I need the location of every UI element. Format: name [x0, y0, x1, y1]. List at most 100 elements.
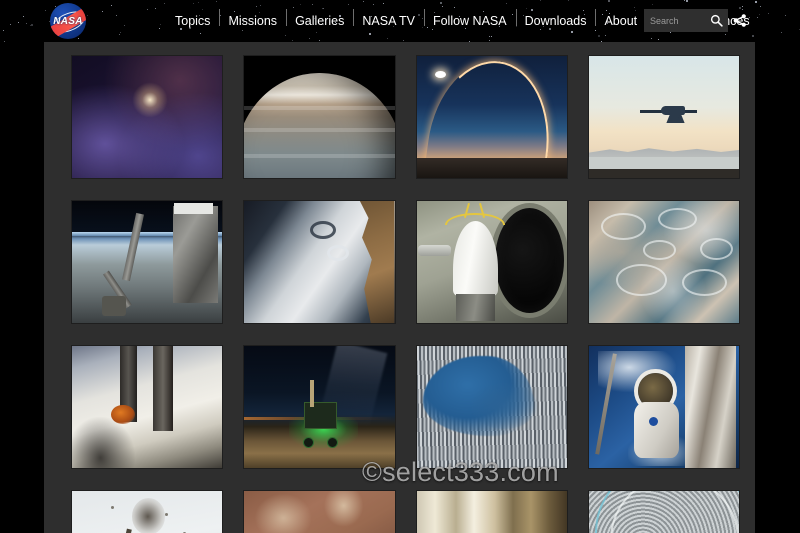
- share-icon[interactable]: [733, 13, 747, 28]
- thumbnail-image: [244, 56, 395, 178]
- nav-item-galleries[interactable]: Galleries: [286, 8, 353, 28]
- star: [160, 23, 162, 25]
- nav-item-follow-nasa[interactable]: Follow NASA: [423, 8, 516, 28]
- nav-item-downloads[interactable]: Downloads: [515, 8, 596, 28]
- star: [119, 34, 120, 36]
- star: [767, 13, 769, 15]
- gallery-thumbnail[interactable]: [244, 56, 395, 178]
- launch-flare: [434, 70, 446, 78]
- nav-item-missions[interactable]: Missions: [219, 8, 286, 28]
- planet-disc: [244, 73, 395, 178]
- star: [116, 14, 118, 16]
- nav-item-nasa-tv[interactable]: NASA TV: [353, 8, 424, 28]
- cloud-swirl: [657, 208, 697, 231]
- earth-land: [359, 201, 395, 323]
- thumbnail-image: [72, 56, 223, 178]
- dustdevil-speck: [111, 505, 115, 509]
- gallery-thumbnail[interactable]: [588, 201, 739, 323]
- rover-mast: [310, 380, 315, 407]
- rover-body: [304, 402, 338, 429]
- dragon-pipe: [418, 244, 452, 256]
- nasa-logo-ball: NASA: [50, 3, 86, 39]
- content-container: ©select333.com select333.com by pix524 p…: [44, 42, 755, 533]
- star: [25, 22, 27, 24]
- eva-truss: [684, 346, 736, 468]
- drone-ridge: [588, 148, 739, 159]
- star: [785, 15, 787, 17]
- gallery-thumbnail[interactable]: [72, 56, 223, 178]
- image-gallery-grid: [44, 42, 755, 533]
- star: [3, 30, 5, 31]
- gallery-thumbnail[interactable]: [588, 346, 739, 468]
- gallery-thumbnail[interactable]: [244, 491, 395, 533]
- star: [781, 32, 783, 34]
- thumbnail-image: [72, 491, 223, 533]
- star: [102, 11, 103, 13]
- iss-hand: [102, 296, 127, 316]
- drone-fuse: [660, 106, 685, 116]
- gallery-thumbnail[interactable]: [416, 346, 567, 468]
- gallery-row: [72, 346, 739, 491]
- iss-armA: [122, 213, 145, 282]
- eva-suit: [633, 402, 679, 459]
- gallery-row: [72, 491, 739, 533]
- star: [23, 16, 25, 18]
- site-header: NASA Topics Missions Galleries NASA TV Follo…: [0, 0, 800, 42]
- gallery-thumbnail[interactable]: [416, 56, 567, 178]
- dragon-trunk: [455, 293, 495, 321]
- gallery-thumbnail[interactable]: [416, 201, 567, 323]
- gallery-thumbnail[interactable]: [72, 491, 223, 533]
- dragon-capsule: [452, 220, 498, 297]
- thumbnail-image: [72, 346, 223, 468]
- nasa-logo[interactable]: NASA: [42, 2, 94, 40]
- gallery-thumbnail[interactable]: [244, 201, 395, 323]
- thumbnail-image: [588, 491, 739, 533]
- dustdevil-swirl: [132, 498, 166, 533]
- dustdevil-speck: [165, 512, 169, 516]
- cloud-swirl: [681, 269, 727, 297]
- eva-patch: [648, 416, 658, 426]
- search-box[interactable]: Search: [644, 9, 728, 32]
- launch-shore: [416, 158, 567, 178]
- iss-panel: [174, 203, 214, 215]
- cloud-swirl: [642, 240, 676, 260]
- thumbnail-image: [244, 201, 395, 323]
- thumbnail-image: [588, 56, 739, 178]
- gallery-thumbnail[interactable]: [588, 491, 739, 533]
- thumbnail-image: [72, 201, 223, 323]
- cloud-band: [244, 127, 395, 132]
- dragon-sling: [445, 213, 506, 226]
- thumbnail-image: [416, 201, 567, 323]
- star: [9, 23, 11, 25]
- gallery-row: [72, 201, 739, 346]
- thumbnail-image: [416, 346, 567, 468]
- thumbnail-image: [588, 201, 739, 323]
- nav-item-about[interactable]: About: [595, 8, 646, 28]
- gallery-thumbnail[interactable]: [244, 346, 395, 468]
- thumbnail-image: [416, 491, 567, 533]
- dragon-chamber: [494, 208, 564, 314]
- star: [758, 13, 760, 15]
- booster-col2: [153, 346, 173, 432]
- thumbnail-image: [244, 491, 395, 533]
- dustdevil-trail: [107, 528, 132, 533]
- nav-item-topics[interactable]: Topics: [166, 15, 219, 28]
- star: [158, 27, 160, 29]
- star: [31, 23, 34, 26]
- star: [760, 6, 762, 8]
- iss-module: [172, 205, 218, 304]
- thumbnail-image: [416, 56, 567, 178]
- nasa-logo-wordmark: NASA: [53, 16, 83, 27]
- search-icon[interactable]: [710, 14, 723, 27]
- gallery-thumbnail[interactable]: [72, 201, 223, 323]
- browser-page: NASA Topics Missions Galleries NASA TV Follo…: [0, 0, 800, 533]
- earth-swirlB: [326, 244, 349, 261]
- gallery-thumbnail[interactable]: [416, 491, 567, 533]
- gallery-thumbnail[interactable]: [588, 56, 739, 178]
- star: [110, 4, 112, 6]
- gallery-row: [72, 56, 739, 201]
- drone-water: [588, 157, 739, 170]
- gallery-thumbnail[interactable]: [72, 346, 223, 468]
- dune-blue2: [470, 382, 537, 429]
- star: [154, 8, 156, 10]
